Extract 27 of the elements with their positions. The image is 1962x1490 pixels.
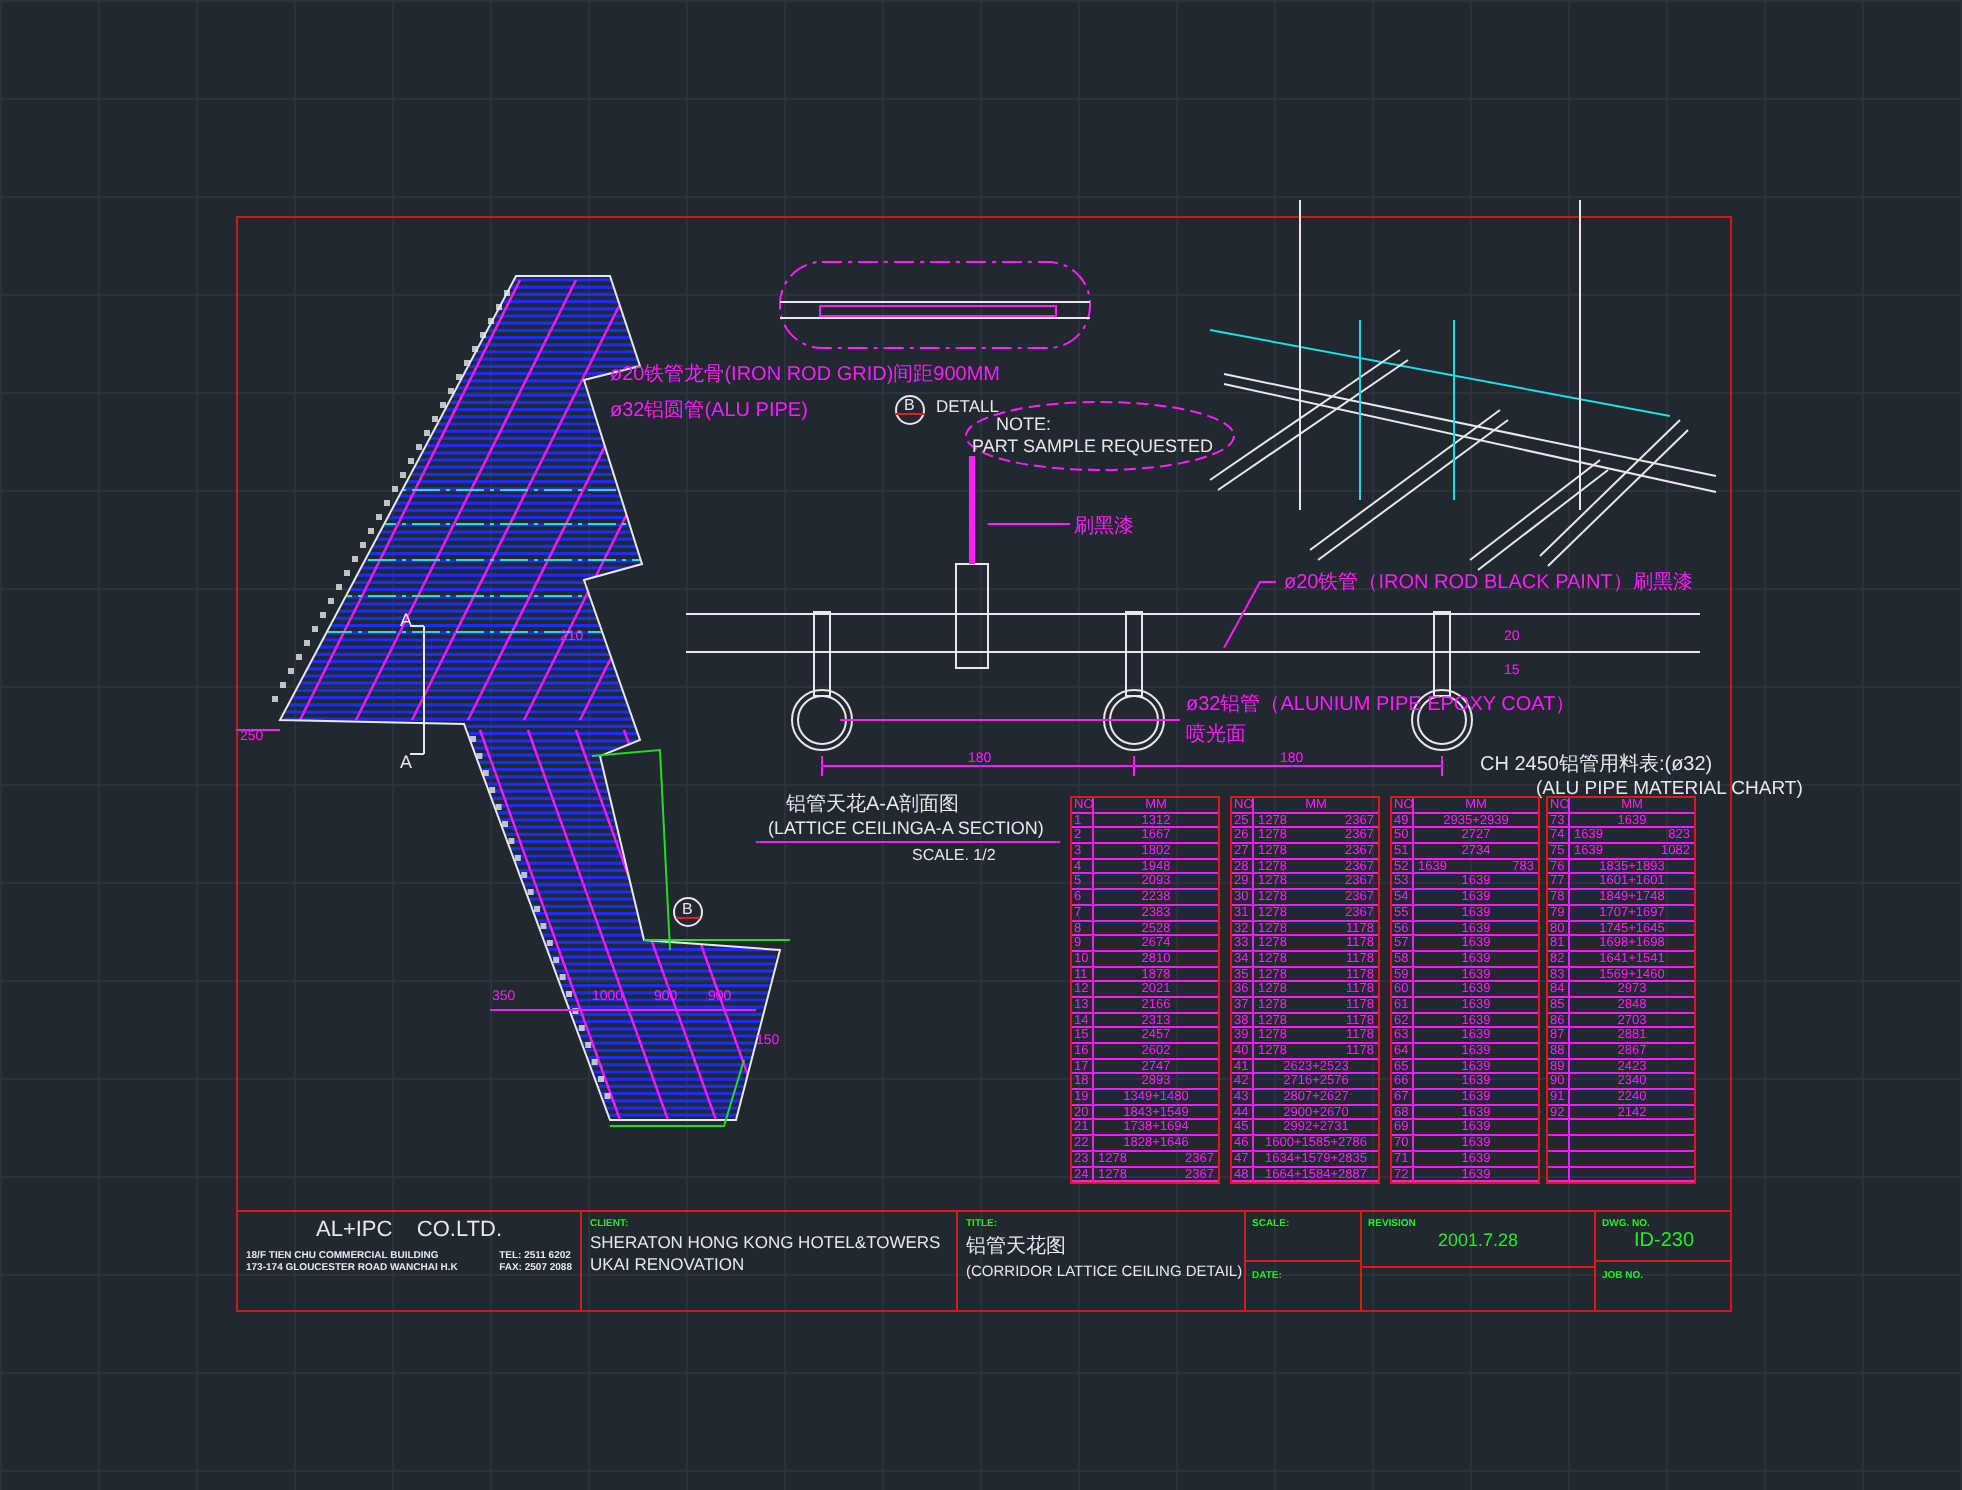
callout-label: ø20铁管（IRON ROD BLACK PAINT）刷黑漆 xyxy=(1284,572,1693,594)
company-name: AL+IPC CO.LTD. xyxy=(315,1218,503,1242)
section-mark: A xyxy=(400,752,413,772)
detail-bubble-letter: B xyxy=(682,900,693,918)
detail-bubble-icon xyxy=(895,395,925,425)
detail-bubble-icon xyxy=(673,897,703,927)
client-name: UKAI RENOVATION xyxy=(590,1254,747,1274)
detail-label: DETALL xyxy=(936,396,999,416)
callout-label: 喷光面 xyxy=(1186,724,1246,746)
drawing-title-chinese: 铝管天花图 xyxy=(966,1233,1068,1260)
note-text: PART SAMPLE REQUESTED xyxy=(972,436,1214,456)
chart-subtitle: (ALU PIPE MATERIAL CHART) xyxy=(1536,778,1803,800)
callout-label: ø32铝圆管(ALU PIPE) xyxy=(610,400,808,422)
section-mark: A xyxy=(400,610,413,630)
drawing-number: ID-230 xyxy=(1633,1230,1694,1252)
dimension-line xyxy=(235,729,281,731)
revision-date: 2001.7.28 xyxy=(1437,1230,1519,1250)
chart-title: CH 2450铝管用料表:(ø32) xyxy=(1480,754,1713,776)
section-title-chinese: 铝管天花A-A剖面图 xyxy=(786,794,960,816)
client-name: SHERATON HONG KONG HOTEL&TOWERS xyxy=(590,1232,943,1252)
section-title: (LATTICE CEILINGA-A SECTION) xyxy=(768,818,1044,838)
empty-table-cell xyxy=(1548,1120,1570,1137)
note-heading: NOTE: xyxy=(996,414,1052,434)
callout-label: 刷黑漆 xyxy=(1074,516,1134,538)
callout-label: ø20铁管龙骨(IRON ROD GRID)间距900MM xyxy=(610,364,1001,386)
detail-bubble-letter: B xyxy=(904,396,915,414)
scale-label: SCALE. 1/2 xyxy=(912,846,996,864)
